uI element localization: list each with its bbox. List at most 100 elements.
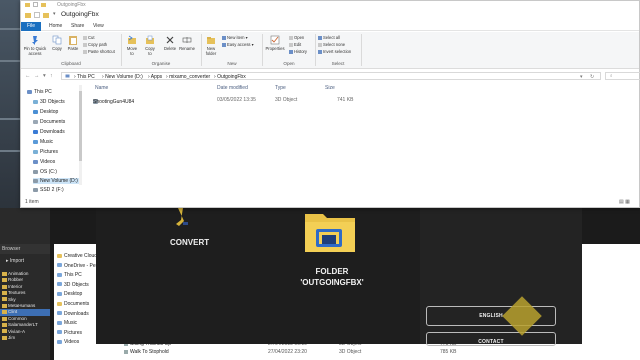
divider <box>201 34 202 66</box>
easy-access-button[interactable]: Easy access ▾ <box>222 42 254 47</box>
nav-item[interactable]: Downloads <box>54 310 96 320</box>
file-date: 03/05/2022 13:35 <box>217 97 256 103</box>
nav-item-os-c[interactable]: OS (C:) <box>33 169 57 175</box>
clipboard-group-label: Clipboard <box>61 61 81 66</box>
nav-item-music[interactable]: Music <box>33 139 53 145</box>
nav-item-videos[interactable]: Videos <box>33 159 55 165</box>
nav-item[interactable]: Pictures <box>54 329 96 339</box>
nav-item[interactable]: 3D Objects <box>54 281 96 291</box>
open-button[interactable]: Open <box>289 35 304 40</box>
select-none-button[interactable]: Select none <box>318 42 345 47</box>
file-row[interactable]: ShootingGun4U84 03/05/2022 13:35 3D Obje… <box>91 95 631 105</box>
ribbon: Pin to Quick access Copy Paste Cut Copy … <box>21 32 639 69</box>
copy-button[interactable]: Copy <box>50 35 64 51</box>
breadcrumb-volume[interactable]: › New Volume (D:) <box>102 74 143 80</box>
breadcrumb-mixamo-converter[interactable]: › mixamo_converter <box>166 74 210 80</box>
folder-icon[interactable] <box>303 210 357 254</box>
tab-file[interactable]: File <box>21 22 41 31</box>
nav-item-3d-objects[interactable]: 3D Objects <box>33 99 65 105</box>
breadcrumb-outgoingfbx[interactable]: › OutgoingFbx <box>214 74 246 80</box>
content-tree: Animation Robber Interior Textures Sky M… <box>0 271 50 341</box>
nav-item[interactable]: Documents <box>54 300 96 310</box>
nav-item[interactable]: Music <box>54 319 96 329</box>
nav-item-documents[interactable]: Documents <box>33 119 65 125</box>
nav-item[interactable]: Videos <box>54 338 96 348</box>
app-folder-icon <box>25 3 30 7</box>
column-header-name[interactable]: Name <box>95 85 108 91</box>
select-all-button[interactable]: Select all <box>318 35 340 40</box>
divider <box>361 34 362 66</box>
contact-button[interactable]: CONTACT <box>426 332 556 346</box>
divider <box>121 34 122 66</box>
folder-title: OutgoingFbx <box>61 11 99 18</box>
cut-button[interactable]: Cut <box>83 35 95 40</box>
nav-item[interactable]: Creative Cloud Files <box>54 252 109 262</box>
search-input[interactable]: ⌕ <box>605 72 640 80</box>
nav-item-this-pc[interactable]: This PC <box>27 89 52 95</box>
recent-chevron-icon[interactable]: ▾ <box>43 73 46 79</box>
nav-item[interactable]: This PC <box>54 271 96 281</box>
file-type: 3D Object <box>275 97 298 103</box>
nav-scrollbar-thumb[interactable] <box>79 91 82 161</box>
properties-quick-icon[interactable] <box>33 2 38 7</box>
column-header-date[interactable]: Date modified <box>217 85 248 91</box>
rename-button[interactable]: Rename <box>179 35 195 51</box>
divider <box>315 34 316 66</box>
chevron-down-icon[interactable]: ▾ <box>53 11 56 17</box>
convert-button[interactable]: CONVERT <box>170 238 209 247</box>
edit-button[interactable]: Edit <box>289 42 301 47</box>
properties-button[interactable]: Properties <box>264 35 286 51</box>
tree-item[interactable]: Jim <box>0 335 50 341</box>
back-icon[interactable]: ← <box>25 73 30 79</box>
nav-item-pictures[interactable]: Pictures <box>33 149 58 155</box>
paste-shortcut-button[interactable]: Paste shortcut <box>83 49 115 54</box>
nav-item-downloads[interactable]: Downloads <box>33 129 65 135</box>
import-button[interactable]: ▸ Import <box>6 258 24 264</box>
nav-item-new-volume-d[interactable]: New Volume (D:) <box>33 178 82 184</box>
nav-item[interactable]: OneDrive - Personal <box>54 262 109 272</box>
folder-small-icon[interactable] <box>43 12 49 18</box>
rename-icon <box>182 37 192 43</box>
copy-path-button[interactable]: Copy path <box>83 42 107 47</box>
invert-selection-button[interactable]: Invert selection <box>318 49 351 54</box>
view-mode-buttons[interactable]: ▤ ▦ <box>619 199 630 205</box>
converter-app: CONVERT FOLDER 'OUTGOINGFBX' ENGLISH CON… <box>96 208 582 346</box>
properties-icon <box>270 35 280 45</box>
tab-home[interactable]: Home <box>49 22 62 30</box>
new-item-button[interactable]: New item ▾ <box>222 35 248 40</box>
tab-share[interactable]: Share <box>71 22 84 30</box>
breadcrumb-this-pc[interactable]: › This PC <box>74 74 95 80</box>
up-icon[interactable]: ↑ <box>50 73 53 79</box>
tab-view[interactable]: View <box>93 22 104 30</box>
address-bar[interactable]: › This PC › New Volume (D:) › Apps › mix… <box>61 72 601 80</box>
breadcrumb-apps[interactable]: › Apps <box>148 74 162 80</box>
refresh-icon[interactable]: ↻ <box>590 74 594 80</box>
column-header-size[interactable]: Size <box>325 85 335 91</box>
new-folder-quick-icon[interactable] <box>41 2 46 7</box>
move-to-button[interactable]: Move to <box>125 35 139 56</box>
paste-button[interactable]: Paste <box>66 35 80 51</box>
nav-item[interactable]: Desktop <box>54 290 96 300</box>
history-button[interactable]: History <box>289 49 307 54</box>
nav-scrollbar[interactable] <box>79 85 82 185</box>
ribbon-tabs: File Home Share View <box>21 21 639 31</box>
window-title: OutgoingFbx <box>57 2 86 8</box>
delete-button[interactable]: Delete <box>163 35 177 51</box>
divider <box>262 34 263 66</box>
delete-icon <box>166 36 174 44</box>
paste-icon <box>69 36 77 45</box>
pc-icon <box>65 74 70 78</box>
nav-item-desktop[interactable]: Desktop <box>33 109 58 115</box>
status-bar-count: 1 item <box>25 199 39 205</box>
browser-header: Browser <box>0 244 50 254</box>
address-chevron-icon[interactable]: ▾ <box>580 74 583 80</box>
file-row[interactable]: Walk To Stophold 27/04/2022 23:20 3D Obj… <box>124 349 456 355</box>
check-icon[interactable] <box>34 12 40 18</box>
new-folder-button[interactable]: New folder <box>204 35 218 56</box>
copy-to-button[interactable]: Copy to <box>143 35 157 56</box>
forward-icon[interactable]: → <box>34 73 39 79</box>
new-group-label: New <box>227 61 237 66</box>
nav-item-ssd-2-f[interactable]: SSD 2 (F:) <box>33 187 64 193</box>
column-header-type[interactable]: Type <box>275 85 286 91</box>
pin-quick-access-button[interactable]: Pin to Quick access <box>23 35 47 56</box>
